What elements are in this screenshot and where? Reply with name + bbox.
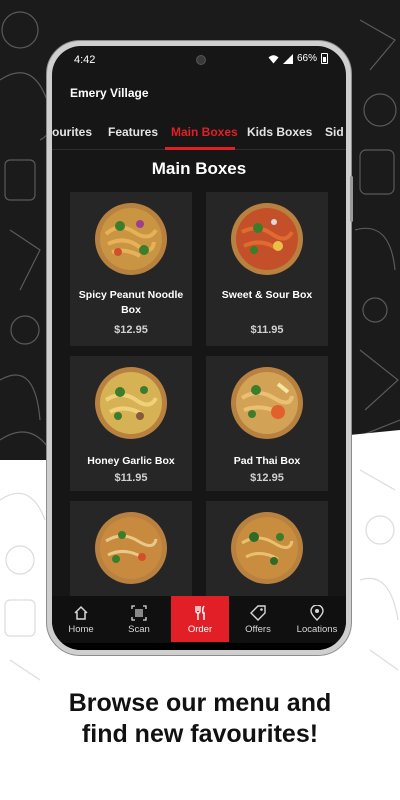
tab-sides[interactable]: Sid <box>325 125 344 139</box>
dish-image <box>95 512 167 584</box>
menu-item-card[interactable] <box>206 501 328 596</box>
nav-label: Home <box>68 624 94 635</box>
promo-tagline: Browse our menu and find new favourites! <box>0 688 400 750</box>
menu-item-price: $12.95 <box>114 324 148 336</box>
dish-image <box>95 367 167 439</box>
menu-item-name: Honey Garlic Box <box>87 455 175 467</box>
status-bar: 4:42 66% <box>52 46 346 72</box>
front-camera <box>196 55 206 65</box>
menu-item-name: Sweet & Sour Box <box>221 289 313 301</box>
nav-label: Offers <box>245 624 271 635</box>
menu-item-price: $11.95 <box>114 472 148 484</box>
home-icon <box>74 605 88 620</box>
menu-item-price: $12.95 <box>250 472 284 484</box>
nav-order[interactable]: Order <box>171 596 229 642</box>
store-location[interactable]: Emery Village <box>70 86 149 100</box>
status-time: 4:42 <box>74 54 96 66</box>
battery-icon <box>321 53 328 64</box>
status-icons: 66% <box>268 53 328 64</box>
dish-image <box>231 512 303 584</box>
menu-item-card[interactable]: Spicy Peanut Noodle Box $12.95 <box>70 192 192 346</box>
map-pin-icon <box>310 605 324 621</box>
tab-main-boxes[interactable]: Main Boxes <box>171 125 238 139</box>
tagline-line-1: Browse our menu and <box>68 689 332 717</box>
barcode-scan-icon <box>131 605 147 621</box>
battery-percent: 66% <box>296 53 317 64</box>
nav-label: Scan <box>128 624 150 635</box>
fork-knife-icon <box>195 605 205 620</box>
menu-item-name: Pad Thai Box <box>233 455 301 467</box>
tagline-line-2: find new favourites! <box>81 720 319 748</box>
system-nav-bar <box>52 643 346 650</box>
menu-item-card[interactable]: Honey Garlic Box $11.95 <box>70 356 192 491</box>
wifi-icon <box>268 54 279 63</box>
nav-offers[interactable]: Offers <box>229 596 287 642</box>
nav-locations[interactable]: Locations <box>288 596 346 642</box>
dish-image <box>231 367 303 439</box>
nav-label: Locations <box>296 624 338 635</box>
phone-side-button <box>350 176 353 222</box>
tag-icon <box>250 605 266 621</box>
nav-label: Order <box>187 624 213 635</box>
nav-scan[interactable]: Scan <box>110 596 168 642</box>
category-tabs: ourites Features Main Boxes Kids Boxes S… <box>52 116 346 150</box>
menu-item-name: Spicy Peanut Noodle Box <box>78 289 184 316</box>
nav-home[interactable]: Home <box>52 596 110 642</box>
app-screen: 4:42 66% Emery Village ourites Features … <box>52 46 346 650</box>
section-title: Main Boxes <box>151 159 247 178</box>
menu-item-card[interactable]: Pad Thai Box $12.95 <box>206 356 328 491</box>
dish-image <box>95 203 167 275</box>
phone-frame: 4:42 66% Emery Village ourites Features … <box>46 40 352 656</box>
tab-kids-boxes[interactable]: Kids Boxes <box>247 125 312 139</box>
menu-item-price: $11.95 <box>250 324 284 336</box>
menu-item-card[interactable] <box>70 501 192 596</box>
dish-image <box>231 203 303 275</box>
active-tab-indicator <box>165 147 235 150</box>
bottom-navigation: Home Scan Order Offers Locations <box>52 596 346 650</box>
signal-icon <box>282 53 293 64</box>
tab-features[interactable]: Features <box>108 125 158 139</box>
tab-favourites[interactable]: ourites <box>52 125 92 139</box>
menu-item-card[interactable]: Sweet & Sour Box $11.95 <box>206 192 328 346</box>
